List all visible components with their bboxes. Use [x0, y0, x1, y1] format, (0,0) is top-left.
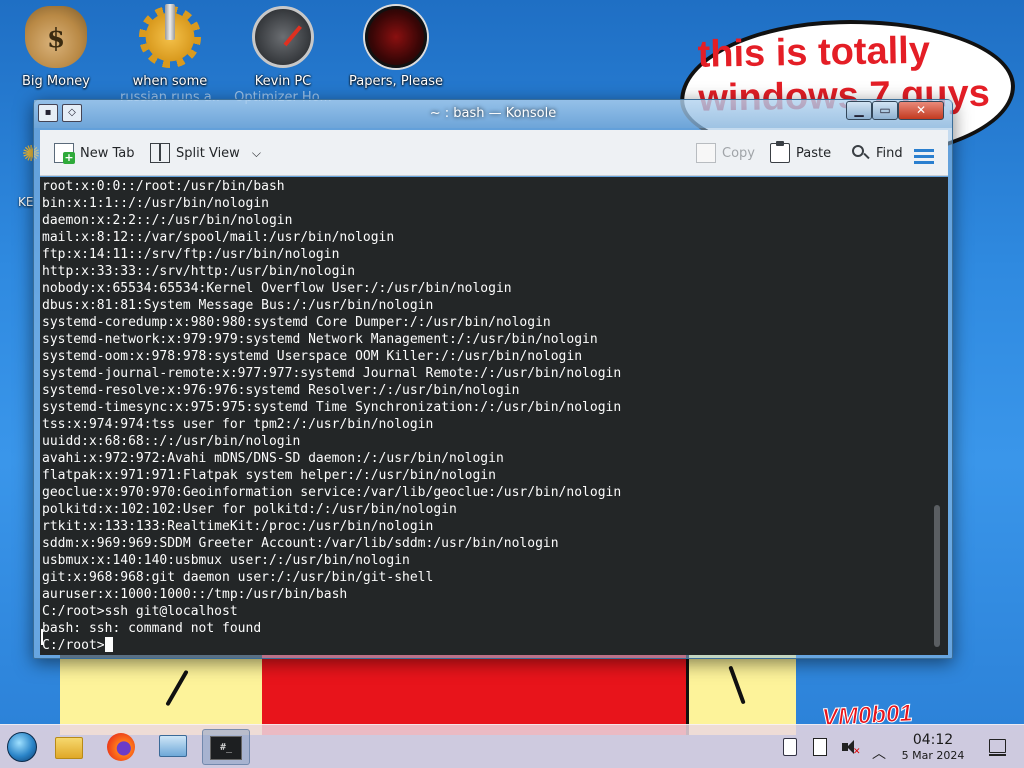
clock[interactable]: 04:12 5 Mar 2024 [896, 731, 970, 763]
terminal-line: bin:x:1:1::/:/usr/bin/nologin [42, 196, 269, 211]
terminal-scrollbar[interactable] [934, 505, 940, 647]
konsole-window[interactable]: ▪ ◇ ~ : bash — Konsole ▁ ▭ ✕ + New Tab S… [33, 99, 953, 659]
minimize-button[interactable]: ▁ [846, 101, 872, 120]
terminal-cursor [104, 637, 113, 652]
konsole-task[interactable]: #_ [202, 729, 250, 765]
computer-icon [159, 735, 187, 757]
copy-icon [696, 143, 716, 163]
money-bag-icon: $ [25, 6, 87, 68]
desktop-icon-papers-please[interactable]: Papers, Please [346, 6, 446, 90]
taskbar: #_ ✕ ︿ 04:12 5 Mar 2024 [0, 724, 1024, 768]
terminal-line: polkitd:x:102:102:User for polkitd:/:/us… [42, 502, 457, 517]
terminal-prompt: C:/root> [42, 638, 105, 653]
desktop-icon-label-partial: KE [18, 195, 34, 209]
terminal-line: systemd-oom:x:978:978:systemd Userspace … [42, 349, 583, 364]
new-tab-button[interactable]: + New Tab [54, 139, 135, 167]
terminal-text: root:x:0:0::/root:/usr/bin/bashbin:x:1:1… [42, 178, 621, 654]
copy-label: Copy [722, 145, 755, 161]
show-desktop-icon[interactable] [988, 737, 1008, 757]
find-label: Find [876, 145, 903, 161]
hamburger-menu-icon [914, 148, 934, 152]
gear-icon [139, 4, 201, 68]
desktop-icon-label: when some [132, 74, 208, 89]
terminal-line: flatpak:x:971:971:Flatpak system helper:… [42, 468, 496, 483]
terminal-line: C:/root>ssh git@localhost [42, 604, 238, 619]
desktop-icon-label: Papers, Please [348, 74, 444, 89]
terminal-line: root:x:0:0::/root:/usr/bin/bash [42, 179, 285, 194]
terminal-line: geoclue:x:970:970:Geoinformation service… [42, 485, 622, 500]
find-button[interactable]: Find [850, 139, 903, 167]
new-tab-icon: + [54, 143, 75, 164]
terminal-line: bash: ssh: command not found [42, 621, 262, 636]
chevron-down-icon: ⌵ [251, 145, 261, 160]
terminal-line: ftp:x:14:11::/srv/ftp:/usr/bin/nologin [42, 247, 340, 262]
firefox-icon [107, 733, 135, 761]
paste-label: Paste [796, 145, 832, 161]
start-button[interactable] [2, 729, 40, 765]
terminal-output[interactable]: root:x:0:0::/root:/usr/bin/bashbin:x:1:1… [40, 177, 948, 655]
terminal-line: git:x:968:968:git daemon user:/:/usr/bin… [42, 570, 434, 585]
terminal-line: systemd-journal-remote:x:977:977:systemd… [42, 366, 622, 381]
terminal-line: sddm:x:969:969:SDDM Greeter Account:/var… [42, 536, 559, 551]
notes-tray-icon[interactable] [810, 737, 830, 757]
terminal-line: tss:x:974:974:tss user for tpm2:/:/usr/b… [42, 417, 434, 432]
windows-orb-icon [7, 732, 37, 762]
split-view-label: Split View [176, 145, 240, 161]
file-manager-task[interactable] [50, 729, 88, 765]
desktop-icon-big-money[interactable]: $ Big Money [6, 6, 106, 90]
desktop-icon-russian[interactable]: when some russian runs a... [120, 4, 220, 106]
terminal-line: daemon:x:2:2::/:/usr/bin/nologin [42, 213, 293, 228]
text-cursor-ibeam [41, 629, 43, 645]
chevron-up-icon[interactable]: ︿ [868, 737, 888, 762]
split-view-button[interactable]: Split View ⌵ [150, 139, 261, 167]
clock-date: 5 Mar 2024 [901, 749, 965, 762]
terminal-line: http:x:33:33::/srv/http:/usr/bin/nologin [42, 264, 356, 279]
terminal-prompt-line: C:/root> [42, 637, 621, 654]
terminal-line: systemd-resolve:x:976:976:systemd Resolv… [42, 383, 520, 398]
terminal-line: rtkit:x:133:133:RealtimeKit:/proc:/usr/b… [42, 519, 434, 534]
speedometer-icon [252, 6, 314, 68]
folder-icon [55, 737, 83, 759]
system-settings-task[interactable] [154, 729, 192, 765]
clipboard-tray-icon[interactable] [780, 737, 800, 757]
window-title: ~ : bash — Konsole [429, 106, 557, 121]
split-view-icon [150, 143, 170, 163]
terminal-line: systemd-timesync:x:975:975:systemd Time … [42, 400, 622, 415]
search-icon [850, 143, 870, 163]
papers-please-icon [365, 6, 427, 68]
new-tab-label: New Tab [80, 145, 135, 161]
desktop-icon-label: Big Money [21, 74, 90, 89]
toolbar: + New Tab Split View ⌵ Copy Paste Find [40, 130, 948, 176]
desktop-icon-kevin-pc[interactable]: Kevin PC Optimizer Ho... [233, 6, 333, 106]
title-bar[interactable]: ▪ ◇ ~ : bash — Konsole ▁ ▭ ✕ [34, 100, 952, 128]
terminal-line: avahi:x:972:972:Avahi mDNS/DNS-SD daemon… [42, 451, 504, 466]
terminal-line: uuidd:x:68:68::/:/usr/bin/nologin [42, 434, 301, 449]
terminal-line: systemd-coredump:x:980:980:systemd Core … [42, 315, 551, 330]
clock-time: 04:12 [912, 732, 954, 748]
copy-button[interactable]: Copy [696, 139, 755, 167]
volume-muted-icon[interactable]: ✕ [840, 737, 861, 757]
terminal-line: usbmux:x:140:140:usbmux user:/:/usr/bin/… [42, 553, 410, 568]
terminal-line: systemd-network:x:979:979:systemd Networ… [42, 332, 598, 347]
paste-icon [770, 141, 790, 163]
paste-button[interactable]: Paste [770, 139, 831, 167]
firefox-task[interactable] [102, 729, 140, 765]
desktop-icon-label: Kevin PC [254, 74, 312, 89]
terminal-icon: #_ [210, 736, 242, 760]
terminal-line: mail:x:8:12::/var/spool/mail:/usr/bin/no… [42, 230, 395, 245]
close-button[interactable]: ✕ [898, 101, 944, 120]
hamburger-menu-button[interactable] [914, 139, 934, 167]
terminal-line: auruser:x:1000:1000::/tmp:/usr/bin/bash [42, 587, 348, 602]
background-art-red [262, 655, 686, 735]
background-art-yellow-left [60, 655, 265, 735]
terminal-line: nobody:x:65534:65534:Kernel Overflow Use… [42, 281, 512, 296]
maximize-button[interactable]: ▭ [872, 101, 898, 120]
terminal-line: dbus:x:81:81:System Message Bus:/:/usr/b… [42, 298, 434, 313]
